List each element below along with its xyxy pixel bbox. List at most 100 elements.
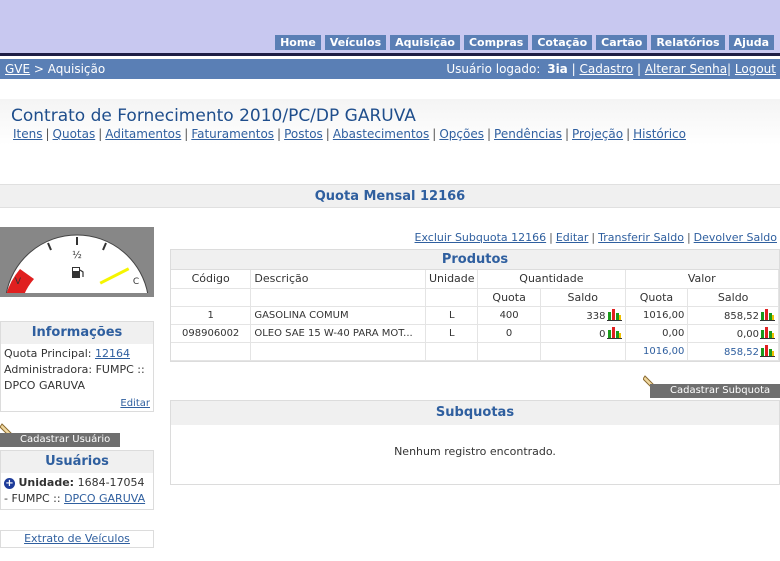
tab-pendencias[interactable]: Pendências bbox=[494, 127, 562, 141]
info-box: Informações Quota Principal: 12164 Admin… bbox=[0, 321, 154, 412]
quantidade-saldo-value: 338 bbox=[586, 310, 606, 322]
cell-valor-quota: 0,00 bbox=[625, 324, 689, 343]
nav-relatorios[interactable]: Relatórios bbox=[651, 35, 725, 50]
tab-aditamentos[interactable]: Aditamentos bbox=[105, 127, 181, 141]
tab-itens[interactable]: Itens bbox=[13, 127, 42, 141]
produtos-table: Código Descrição Unidade Quantidade Valo… bbox=[171, 270, 779, 361]
logout-link[interactable]: Logout bbox=[735, 62, 776, 76]
tab-quotas[interactable]: Quotas bbox=[53, 127, 96, 141]
nav-veiculos[interactable]: Veículos bbox=[324, 35, 387, 50]
nav-ajuda[interactable]: Ajuda bbox=[728, 35, 774, 50]
totals-empty bbox=[477, 342, 541, 361]
cadastrar-subquota-button[interactable]: Cadastrar Subquota bbox=[650, 384, 780, 398]
produtos-title: Produtos bbox=[171, 250, 779, 270]
info-title: Informações bbox=[1, 322, 153, 344]
tab-separator: | bbox=[277, 127, 282, 141]
col-valor-quota: Quota bbox=[625, 288, 689, 307]
col-descricao: Descrição bbox=[250, 270, 427, 289]
total-valor-saldo: 858,52 bbox=[724, 346, 759, 358]
produtos-panel: Produtos Código Descrição Unidade Quanti… bbox=[170, 249, 780, 362]
tab-historico[interactable]: Histórico bbox=[633, 127, 686, 141]
col-valor: Valor bbox=[625, 270, 779, 289]
cell-valor-saldo: 858,52 bbox=[687, 306, 779, 325]
tab-faturamentos[interactable]: Faturamentos bbox=[191, 127, 274, 141]
total-valor-saldo-cell: 858,52 bbox=[687, 342, 779, 361]
excluir-subquota-link[interactable]: Excluir Subquota 12166 bbox=[415, 231, 547, 244]
cadastrar-usuario-button[interactable]: Cadastrar Usuário bbox=[0, 433, 120, 447]
tab-postos[interactable]: Postos bbox=[284, 127, 323, 141]
nav-home[interactable]: Home bbox=[275, 35, 321, 50]
total-valor-quota: 1016,00 bbox=[625, 342, 689, 361]
bar-chart-icon[interactable] bbox=[760, 308, 775, 321]
table-row: 1 GASOLINA COMUM L 400 338 1016,00 858,5… bbox=[171, 306, 779, 325]
action-separator: | bbox=[591, 231, 596, 244]
bar-chart-icon[interactable] bbox=[606, 326, 622, 339]
add-circle-icon[interactable]: + bbox=[4, 478, 15, 489]
cell-unidade: L bbox=[425, 306, 479, 325]
nav-compras[interactable]: Compras bbox=[463, 35, 529, 50]
tab-separator: | bbox=[564, 127, 570, 141]
administradora-label: Administradora: bbox=[4, 363, 93, 376]
table-header-row: Código Descrição Unidade Quantidade Valo… bbox=[171, 270, 779, 289]
quota-principal-link[interactable]: 12164 bbox=[95, 347, 130, 360]
nav-aquisicao[interactable]: Aquisição bbox=[390, 35, 460, 50]
gauge-half-label: ½ bbox=[72, 249, 82, 261]
cell-quantidade-saldo: 338 bbox=[540, 306, 626, 325]
subquotas-panel: Subquotas Nenhum registro encontrado. bbox=[170, 400, 780, 485]
nav-cartao[interactable]: Cartão bbox=[596, 35, 648, 50]
alterar-senha-link[interactable]: Alterar Senha bbox=[645, 62, 727, 76]
cell-unidade: L bbox=[425, 324, 479, 343]
subheader-empty bbox=[425, 288, 479, 307]
gauge-full-label: C bbox=[133, 277, 139, 287]
totals-empty bbox=[250, 342, 427, 361]
valor-saldo-value: 858,52 bbox=[724, 310, 759, 322]
user-separator: | bbox=[727, 62, 735, 76]
quota-title: Quota Mensal 12166 bbox=[0, 184, 780, 208]
page-title: Contrato de Fornecimento 2010/PC/DP GARU… bbox=[11, 106, 416, 126]
tab-separator: | bbox=[45, 127, 50, 141]
bar-chart-icon[interactable] bbox=[760, 344, 775, 357]
cadastro-link[interactable]: Cadastro bbox=[579, 62, 633, 76]
cell-valor-quota: 1016,00 bbox=[625, 306, 689, 325]
tab-projecao[interactable]: Projeção bbox=[572, 127, 623, 141]
col-valor-saldo: Saldo bbox=[687, 288, 779, 307]
tab-opcoes[interactable]: Opções bbox=[439, 127, 484, 141]
unidade-link[interactable]: DPCO GARUVA bbox=[64, 492, 145, 505]
logged-user-label: Usuário logado: bbox=[446, 62, 541, 76]
subheader-empty bbox=[250, 288, 427, 307]
quota-actions: Excluir Subquota 12166 | Editar | Transferir… bbox=[415, 231, 777, 244]
totals-empty bbox=[540, 342, 626, 361]
breadcrumb-separator: > bbox=[30, 62, 48, 76]
table-row: 098906002 OLEO SAE 15 W-40 PARA MOT... L… bbox=[171, 324, 779, 343]
bar-chart-icon[interactable] bbox=[760, 326, 775, 339]
user-separator: | bbox=[633, 62, 645, 76]
tab-separator: | bbox=[325, 127, 330, 141]
bar-chart-icon[interactable] bbox=[606, 308, 622, 321]
info-edit-link[interactable]: Editar bbox=[120, 398, 150, 409]
action-separator: | bbox=[686, 231, 691, 244]
breadcrumb-root-link[interactable]: GVE bbox=[5, 62, 30, 76]
table-subheader-row: Quota Saldo Quota Saldo bbox=[171, 288, 779, 307]
devolver-saldo-link[interactable]: Devolver Saldo bbox=[694, 231, 777, 244]
quantidade-saldo-value: 0 bbox=[599, 328, 606, 340]
contract-tabs: Itens | Quotas | Aditamentos | Faturamentos | Po… bbox=[13, 127, 686, 141]
usuarios-title: Usuários bbox=[1, 451, 153, 473]
transferir-saldo-link[interactable]: Transferir Saldo bbox=[598, 231, 684, 244]
cell-quantidade-saldo: 0 bbox=[540, 324, 626, 343]
nav-cotacao[interactable]: Cotação bbox=[532, 35, 593, 50]
cell-quantidade-quota: 0 bbox=[477, 324, 541, 343]
fuel-gauge: ½ V C bbox=[0, 227, 154, 297]
col-quantidade-saldo: Saldo bbox=[540, 288, 626, 307]
usuarios-box: Usuários + Unidade: 1684-17054 - FUMPC :… bbox=[0, 450, 154, 510]
cell-codigo: 1 bbox=[171, 306, 252, 325]
usuarios-body: + Unidade: 1684-17054 - FUMPC :: DPCO GA… bbox=[1, 473, 153, 509]
tab-abastecimentos[interactable]: Abastecimentos bbox=[333, 127, 429, 141]
tab-separator: | bbox=[432, 127, 437, 141]
subquotas-title: Subquotas bbox=[171, 401, 779, 425]
gauge-empty-label: V bbox=[15, 277, 22, 287]
extrato-veiculos-link[interactable]: Extrato de Veículos bbox=[24, 532, 130, 545]
breadcrumb-bar: GVE > Aquisição Usuário logado: 3ia | Ca… bbox=[0, 59, 780, 79]
editar-link[interactable]: Editar bbox=[556, 231, 589, 244]
totals-row: 1016,00 858,52 bbox=[171, 342, 779, 361]
quota-principal-label: Quota Principal: bbox=[4, 347, 92, 360]
